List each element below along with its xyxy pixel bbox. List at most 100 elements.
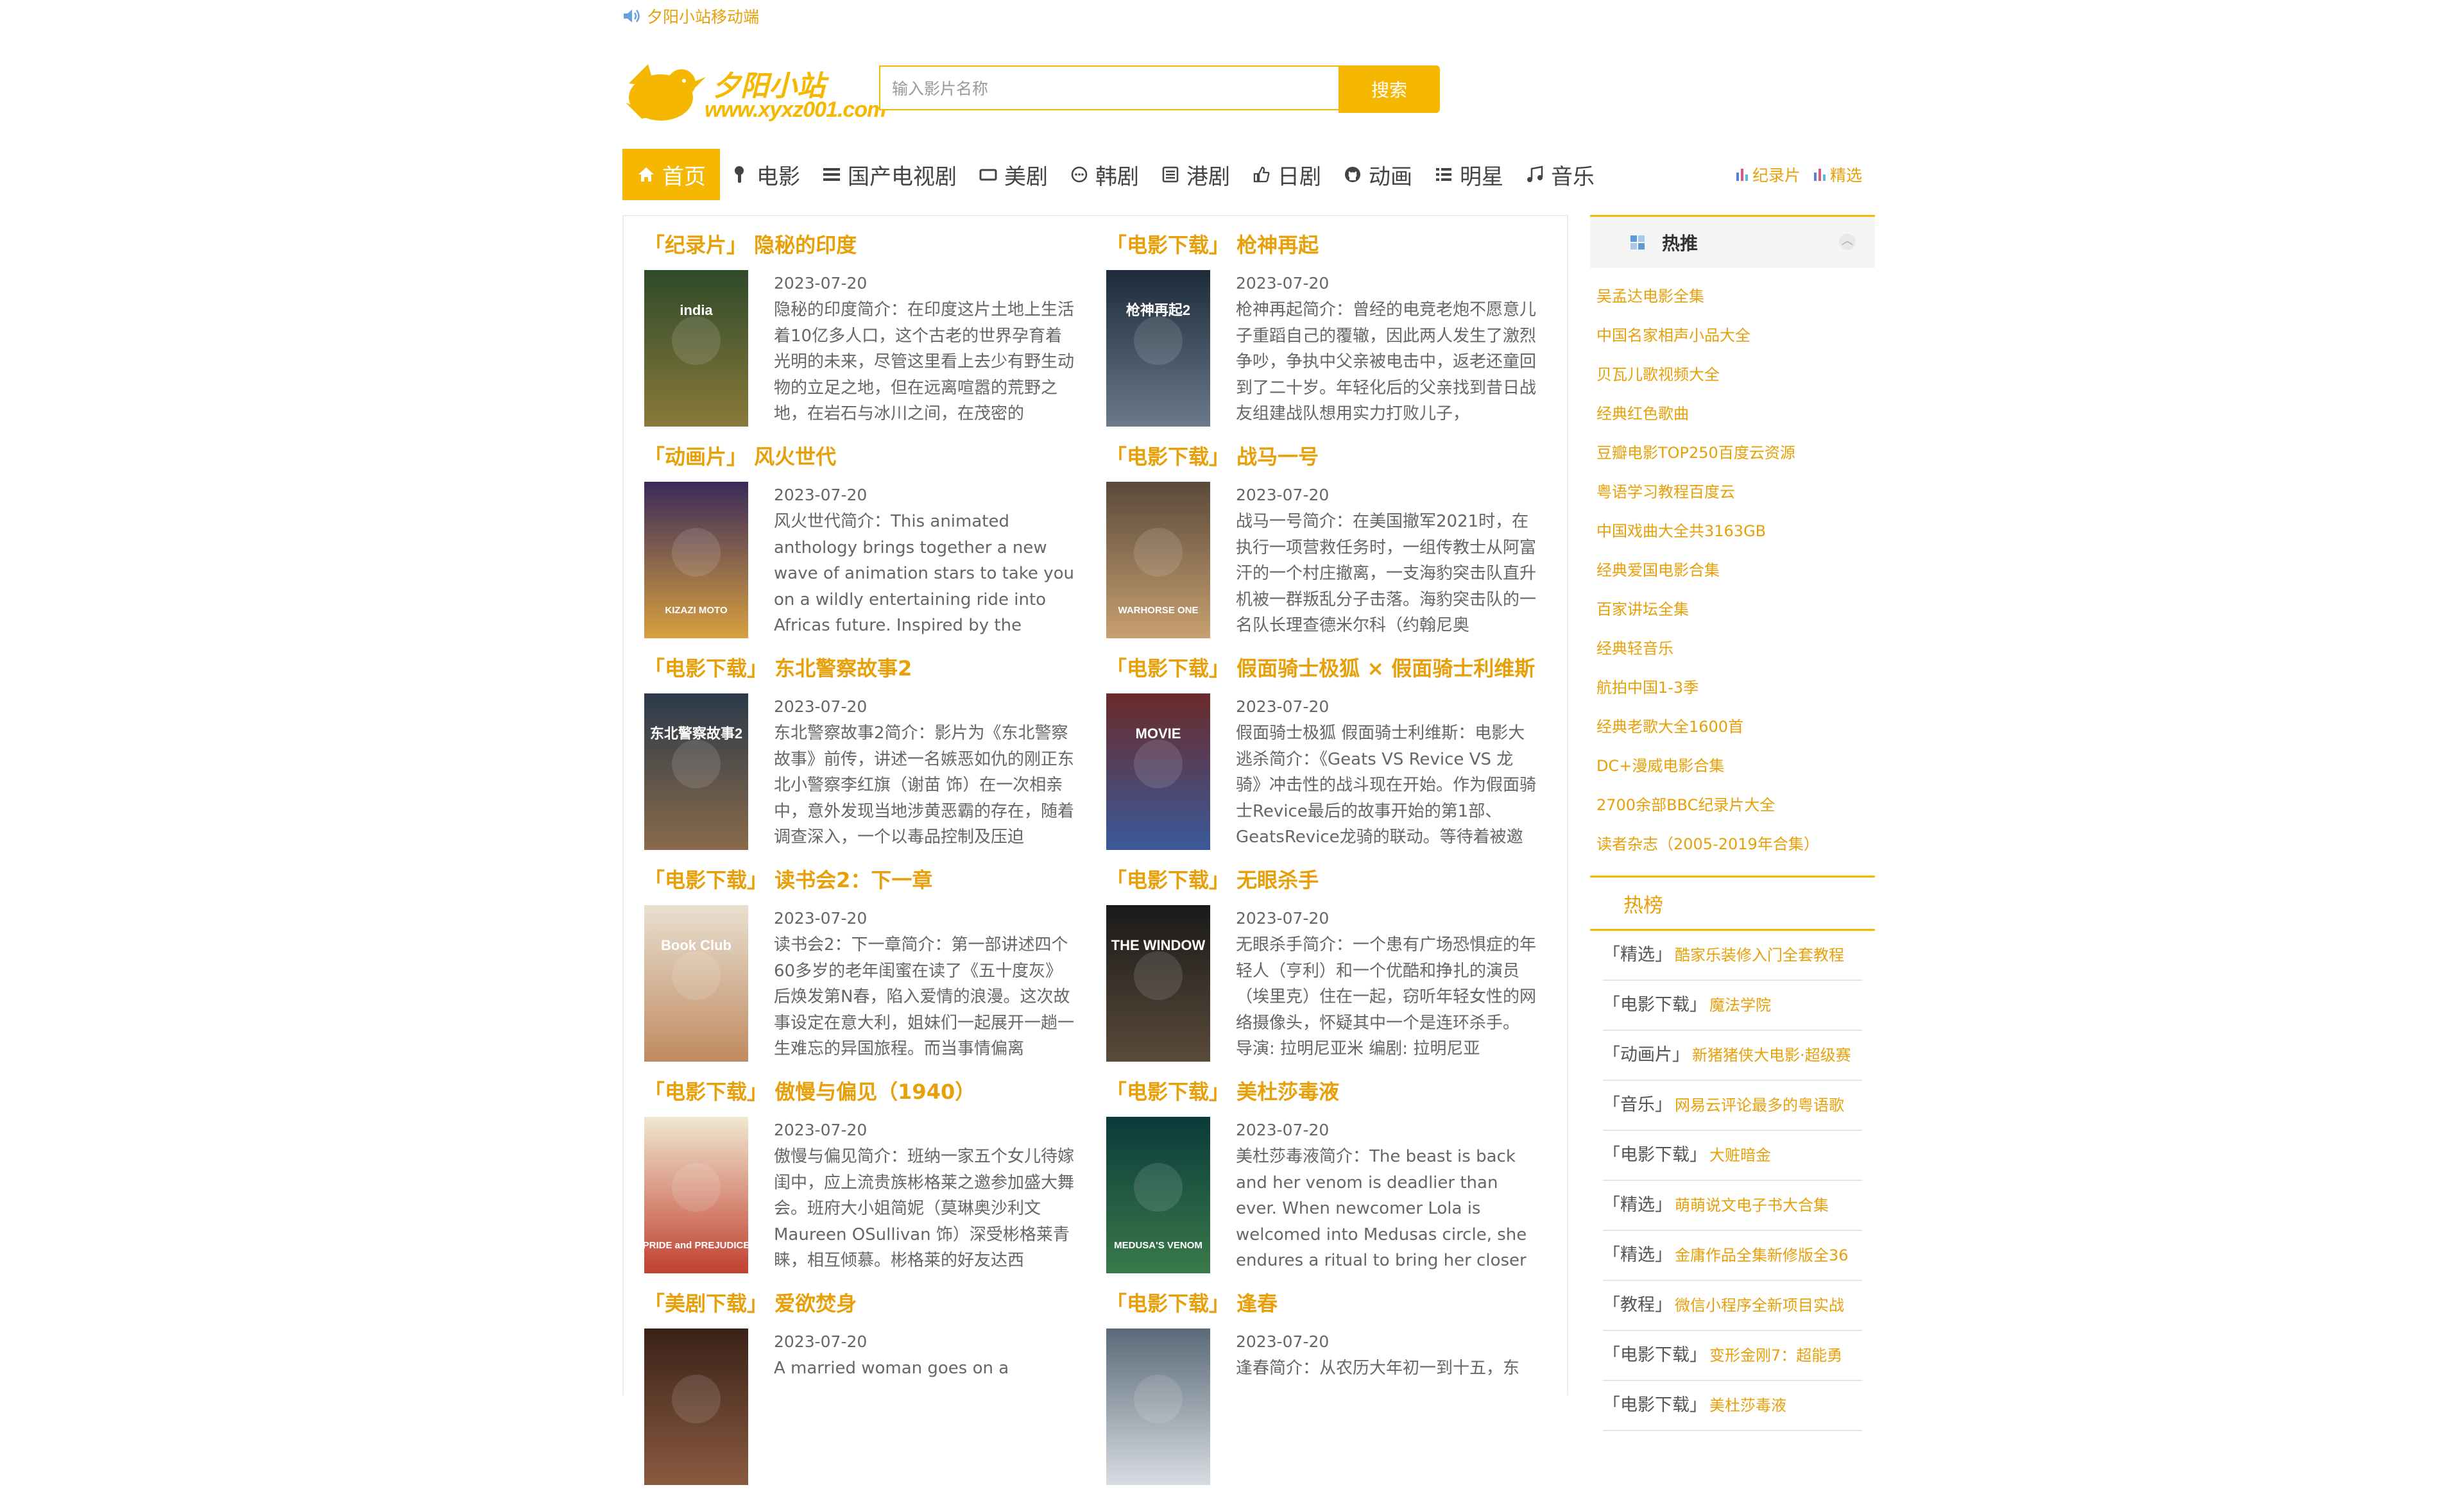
post-title: 枪神再起	[1236, 233, 1319, 257]
nav-right-documentary[interactable]: 纪录片	[1736, 163, 1801, 186]
hot-recommend-item[interactable]: 经典爱国电影合集	[1590, 551, 1875, 590]
rank-category: 「教程」	[1603, 1295, 1672, 1315]
hot-rank-item[interactable]: 「电影下载」 大赃暗金	[1603, 1131, 1862, 1181]
nav-item-cn-tv[interactable]: 国产电视剧	[811, 149, 968, 200]
hot-rank-item[interactable]: 「动画片」 新猪猪侠大电影·超级赛	[1603, 1031, 1862, 1081]
search-input[interactable]: 输入影片名称	[879, 65, 1339, 110]
nav-item-jp-tv[interactable]: 日剧	[1241, 149, 1332, 200]
nav-item-music[interactable]: 音乐	[1514, 149, 1605, 200]
rank-title: 金庸作品全集新修版全36	[1675, 1246, 1849, 1264]
hot-rank-item[interactable]: 「精选」 酷家乐装修入门全套教程	[1603, 931, 1862, 981]
post-title-link[interactable]: 「电影下载」 战马一号	[1106, 442, 1319, 471]
post-thumbnail[interactable]: KIZAZI MOTO	[644, 482, 748, 638]
post-thumbnail[interactable]: PRIDE and PREJUDICE	[644, 1117, 748, 1273]
hot-recommend-item[interactable]: 经典轻音乐	[1590, 629, 1875, 668]
post-thumbnail[interactable]: WARHORSE ONE	[1106, 482, 1210, 638]
hot-recommend-item[interactable]: 经典红色歌曲	[1590, 395, 1875, 434]
post-thumbnail[interactable]: india	[644, 270, 748, 427]
sidebar: 热推 ︿ 吴孟达电影全集 中国名家相声小品大全 贝瓦儿歌视频大全 经典红色歌曲 豆瓣电影…	[1590, 215, 1875, 1431]
hot-rank-item[interactable]: 「电影下载」 美杜莎毒液	[1603, 1381, 1862, 1431]
hot-recommend-item[interactable]: 百家讲坛全集	[1590, 590, 1875, 629]
search-bar: 输入影片名称 搜索	[879, 65, 1440, 113]
poster-image: KIZAZI MOTO	[644, 482, 748, 638]
hot-rank-item[interactable]: 「教程」 微信小程序全新项目实战	[1603, 1281, 1862, 1331]
rank-category: 「音乐」	[1603, 1095, 1672, 1115]
hot-recommend-item[interactable]: 中国名家相声小品大全	[1590, 316, 1875, 355]
poster-image: india	[644, 270, 748, 427]
nav-item-star[interactable]: 明星	[1423, 149, 1514, 200]
post-title-link[interactable]: 「电影下载」 美杜莎毒液	[1106, 1077, 1339, 1107]
post-thumbnail[interactable]: MEDUSA'S VENOM	[1106, 1117, 1210, 1273]
poster-image	[1106, 1328, 1210, 1485]
post-category: 「电影下载」	[1106, 1291, 1230, 1316]
hot-recommend-item[interactable]: 读者杂志（2005-2019年合集）	[1590, 825, 1875, 864]
hot-recommend-item[interactable]: 中国戏曲大全共3163GB	[1590, 512, 1875, 551]
mobile-notice[interactable]: 夕阳小站移动端	[622, 5, 759, 27]
post-date: 2023-07-20	[1236, 1121, 1330, 1139]
logo-url: www.xyxz001.com	[705, 98, 886, 122]
hot-recommend-item[interactable]: 吴孟达电影全集	[1590, 277, 1875, 316]
hot-rank-item[interactable]: 「电影下载」 变形金刚7：超能勇	[1603, 1331, 1862, 1381]
poster-image: MOVIE	[1106, 693, 1210, 850]
nav-item-movie[interactable]: 电影	[720, 149, 811, 200]
poster-text: KIZAZI MOTO	[665, 605, 728, 616]
post-list: 「纪录片」 隐秘的印度 india 2023-07-20 隐秘的印度简介：在印度这片土…	[622, 215, 1568, 1485]
post-thumbnail[interactable]: MOVIE	[1106, 693, 1210, 850]
post-date: 2023-07-20	[774, 1121, 868, 1139]
post-thumbnail[interactable]: Book Club	[644, 905, 748, 1062]
nav-item-hk-tv[interactable]: 港剧	[1150, 149, 1241, 200]
post-thumbnail[interactable]: 枪神再起2	[1106, 270, 1210, 427]
post-title-link[interactable]: 「电影下载」 枪神再起	[1106, 230, 1319, 260]
post-title-link[interactable]: 「动画片」 风火世代	[644, 442, 836, 471]
rank-category: 「动画片」	[1603, 1045, 1690, 1065]
nav-right-label: 精选	[1829, 166, 1862, 185]
post-title-link[interactable]: 「电影下载」 假面骑士极狐 × 假面骑士利维斯	[1106, 654, 1535, 683]
nav-label: 日剧	[1278, 164, 1321, 190]
post-date: 2023-07-20	[774, 486, 868, 504]
nav-item-home[interactable]: 首页	[622, 149, 720, 200]
nav-item-kr-tv[interactable]: 韩剧	[1059, 149, 1150, 200]
post-thumbnail[interactable]: THE WINDOW	[1106, 905, 1210, 1062]
post-title-link[interactable]: 「电影下载」 傲慢与偏见（1940）	[644, 1077, 975, 1107]
hot-recommend-item[interactable]: 航拍中国1-3季	[1590, 668, 1875, 708]
hot-recommend-item[interactable]: DC+漫威电影合集	[1590, 747, 1875, 786]
post-title-link[interactable]: 「电影下载」 读书会2：下一章	[644, 865, 932, 895]
post-title: 战马一号	[1236, 445, 1319, 469]
post-excerpt: 枪神再起简介：曾经的电竞老炮不愿意儿子重蹈自己的覆辙，因此两人发生了激烈争吵，争…	[1236, 300, 1537, 423]
hot-recommend-item[interactable]: 贝瓦儿歌视频大全	[1590, 355, 1875, 395]
mobile-link[interactable]: 夕阳小站移动端	[647, 4, 759, 28]
post-thumbnail[interactable]	[1106, 1328, 1210, 1485]
post-title: 爱欲焚身	[774, 1291, 857, 1316]
rank-category: 「精选」	[1603, 1195, 1672, 1215]
post-title-link[interactable]: 「电影下载」 无眼杀手	[1106, 865, 1319, 895]
post-title-link[interactable]: 「电影下载」 东北警察故事2	[644, 654, 912, 683]
hot-recommend-item[interactable]: 经典老歌大全1600首	[1590, 708, 1875, 747]
nav-item-us-tv[interactable]: 美剧	[968, 149, 1059, 200]
nav-right-featured[interactable]: 精选	[1813, 163, 1862, 186]
post-item: 「电影下载」 美杜莎毒液 MEDUSA'S VENOM 2023-07-20 美杜莎毒…	[1106, 1077, 1555, 1282]
poster-text: 枪神再起2	[1126, 302, 1190, 318]
post-title: 隐秘的印度	[754, 233, 857, 257]
search-button[interactable]: 搜索	[1339, 65, 1440, 113]
post-thumbnail[interactable]: 东北警察故事2	[644, 693, 748, 850]
hot-rank-item[interactable]: 「精选」 金庸作品全集新修版全36	[1603, 1231, 1862, 1281]
post-title-link[interactable]: 「纪录片」 隐秘的印度	[644, 230, 857, 260]
hot-rank-item[interactable]: 「精选」 萌萌说文电子书大合集	[1603, 1181, 1862, 1231]
post-title-link[interactable]: 「电影下载」 逢春	[1106, 1289, 1278, 1318]
hot-recommend-item[interactable]: 粤语学习教程百度云	[1590, 473, 1875, 512]
hot-recommend-item[interactable]: 2700余部BBC纪录片大全	[1590, 786, 1875, 825]
hot-rank-header: 热榜	[1590, 876, 1875, 931]
list-alt-icon	[1436, 168, 1451, 181]
site-logo[interactable]: 夕阳小站 www.xyxz001.com	[622, 58, 886, 128]
hot-recommend-item[interactable]: 豆瓣电影TOP250百度云资源	[1590, 434, 1875, 473]
post-title-link[interactable]: 「美剧下载」 爱欲焚身	[644, 1289, 857, 1318]
hot-recommend-title: 热推	[1662, 233, 1698, 254]
poster-text: india	[680, 302, 713, 318]
hot-rank-item[interactable]: 「音乐」 网易云评论最多的粤语歌	[1603, 1081, 1862, 1131]
collapse-icon[interactable]: ︿	[1839, 233, 1856, 250]
nav-item-anime[interactable]: 动画	[1332, 149, 1423, 200]
post-thumbnail[interactable]	[644, 1328, 748, 1485]
hot-rank-item[interactable]: 「电影下载」 魔法学院	[1603, 981, 1862, 1031]
post-date: 2023-07-20	[1236, 1332, 1330, 1351]
post-title: 美杜莎毒液	[1236, 1080, 1340, 1104]
